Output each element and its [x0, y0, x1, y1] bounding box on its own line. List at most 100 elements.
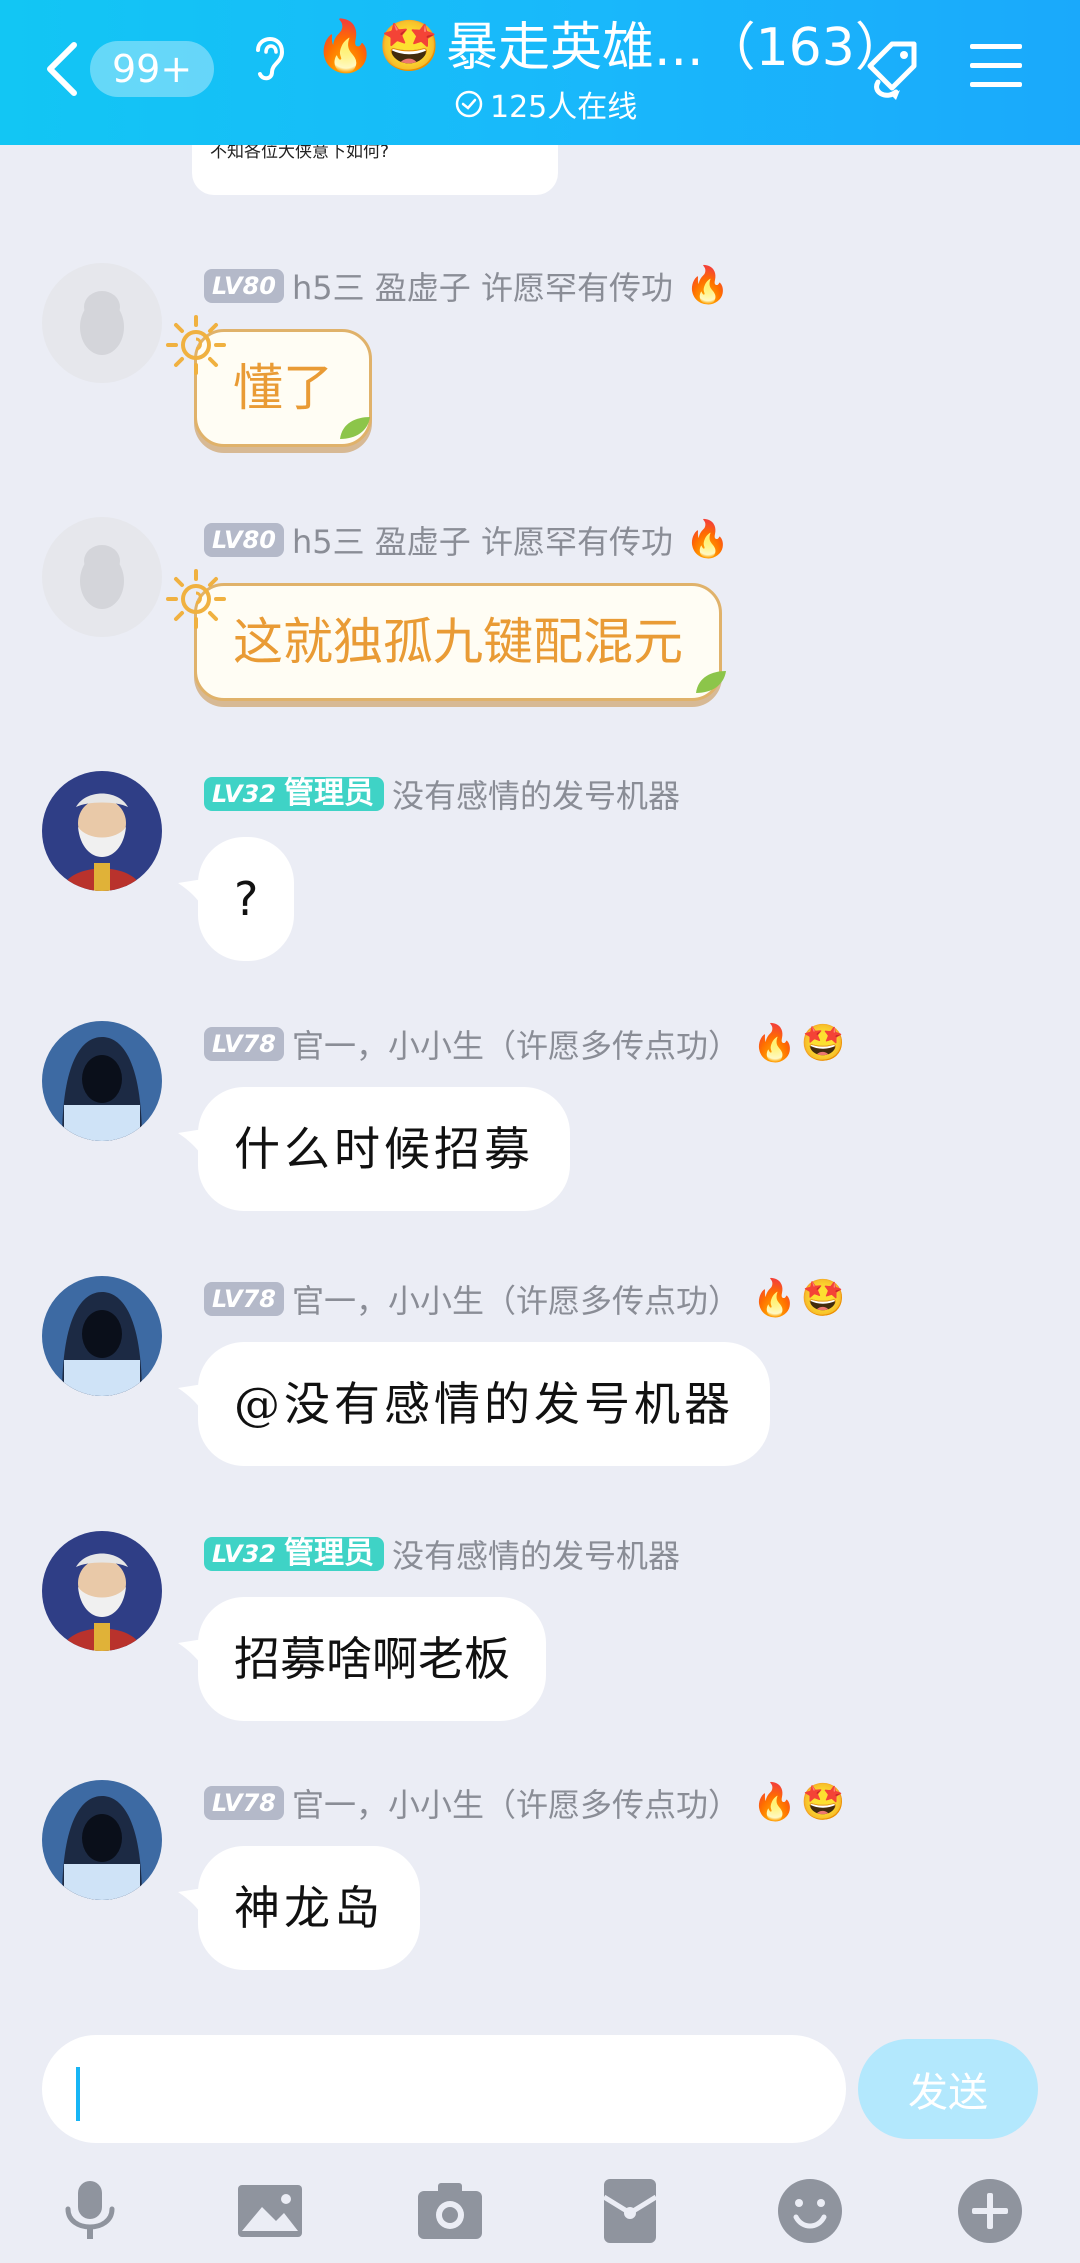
message-row: LV80 h5三 盈虚子 许愿罕有传功 🔥 懂了 [0, 263, 1080, 463]
message-text: 神龙岛 [234, 1881, 384, 1935]
avatar[interactable] [42, 1276, 162, 1396]
message-meta: LV80 h5三 盈虚子 许愿罕有传功 🔥 [204, 263, 730, 309]
hooded-avatar-image [42, 1021, 162, 1141]
text-caret [76, 2067, 80, 2121]
message-row: LV32 管理员 没有感情的发号机器 招募啥啊老板 [0, 1531, 1080, 1731]
red-packet-icon [602, 2179, 658, 2243]
more-button[interactable] [954, 2175, 1026, 2247]
level-badge: LV80 [204, 523, 284, 557]
avatar[interactable] [42, 1780, 162, 1900]
level-badge: LV78 [204, 1282, 284, 1316]
message-list[interactable]: 不知各位大侠意下如何? LV80 h5三 盈虚子 许愿罕有传功 🔥 懂了 LV8… [0, 145, 1080, 2025]
message-meta: LV80 h5三 盈虚子 许愿罕有传功 🔥 [204, 517, 730, 563]
message-text: 懂了 [233, 359, 333, 417]
hooded-avatar-image [42, 1276, 162, 1396]
group-tag-icon[interactable] [852, 30, 932, 110]
level-badge: LV78 [204, 1027, 284, 1061]
composer: 发送 [0, 2025, 1080, 2263]
level-badge: LV32 [204, 777, 280, 811]
group-title[interactable]: 暴走英雄...（163） [446, 16, 907, 80]
smile-icon: 🤩 [378, 17, 441, 75]
message-row: LV78 官一，小小生（许愿多传点功） 🔥 🤩 什么时候招募 [0, 1021, 1080, 1221]
message-text: 这就独孤九键配混元 [233, 613, 683, 671]
hooded-avatar-image [42, 1780, 162, 1900]
image-icon [238, 2185, 302, 2237]
sender-name[interactable]: 没有感情的发号机器 [392, 1531, 680, 1577]
camera-icon [418, 2183, 482, 2239]
chevron-left-icon [47, 42, 77, 96]
message-meta: LV32 管理员 没有感情的发号机器 [204, 771, 680, 817]
message-bubble[interactable]: 这就独孤九键配混元 [194, 583, 722, 701]
avatar[interactable] [42, 771, 162, 891]
sun-icon [166, 315, 226, 375]
fire-icon: 🔥 [684, 265, 730, 306]
leaf-icon [696, 671, 726, 693]
default-avatar-icon [80, 545, 124, 609]
message-text: ? [234, 872, 259, 926]
admin-badge: 管理员 [279, 1537, 384, 1571]
plus-icon [958, 2179, 1022, 2243]
level-badge: LV32 [204, 1537, 280, 1571]
sender-name[interactable]: h5三 盈虚子 许愿罕有传功 [292, 517, 673, 563]
menu-icon[interactable] [968, 38, 1024, 94]
online-count: 125人在线 [490, 90, 638, 125]
wizard-avatar-image [42, 1531, 162, 1651]
message-meta: LV78 官一，小小生（许愿多传点功） 🔥 🤩 [204, 1276, 846, 1322]
message-row: LV78 官一，小小生（许愿多传点功） 🔥 🤩 @没有感情的发号机器 [0, 1276, 1080, 1476]
message-text: @没有感情的发号机器 [234, 1377, 734, 1431]
sender-name[interactable]: 官一，小小生（许愿多传点功） [292, 1780, 740, 1826]
admin-badge: 管理员 [279, 777, 384, 811]
smile-icon: 🤩 [800, 1278, 846, 1319]
avatar[interactable] [42, 1531, 162, 1651]
message-bubble[interactable]: 招募啥啊老板 [198, 1597, 546, 1721]
message-row: LV78 官一，小小生（许愿多传点功） 🔥 🤩 神龙岛 [0, 1780, 1080, 1980]
level-badge: LV80 [204, 269, 284, 303]
sender-name[interactable]: 官一，小小生（许愿多传点功） [292, 1276, 740, 1322]
sender-name[interactable]: 官一，小小生（许愿多传点功） [292, 1021, 740, 1067]
message-text: 什么时候招募 [234, 1122, 534, 1176]
avatar[interactable] [42, 263, 162, 383]
check-circle-icon [455, 90, 483, 118]
emoji-icon [778, 2179, 842, 2243]
wizard-avatar-image [42, 771, 162, 891]
message-meta: LV32 管理员 没有感情的发号机器 [204, 1531, 680, 1577]
back-button[interactable]: 99+ [40, 30, 220, 108]
message-bubble[interactable]: ? [198, 837, 295, 961]
level-badge: LV78 [204, 1786, 284, 1820]
sender-name[interactable]: h5三 盈虚子 许愿罕有传功 [292, 263, 673, 309]
ear-icon[interactable] [248, 28, 292, 84]
leaf-icon [340, 417, 370, 439]
smile-icon: 🤩 [800, 1023, 846, 1064]
message-bubble[interactable]: 不知各位大侠意下如何? [192, 145, 558, 195]
fire-icon: 🔥 [751, 1278, 797, 1319]
message-row: LV80 h5三 盈虚子 许愿罕有传功 🔥 这就独孤九键配混元 [0, 517, 1080, 717]
message-bubble[interactable]: @没有感情的发号机器 [198, 1342, 770, 1466]
message-bubble[interactable]: 什么时候招募 [198, 1087, 570, 1211]
sender-name[interactable]: 没有感情的发号机器 [392, 771, 680, 817]
message-bubble[interactable]: 神龙岛 [198, 1846, 420, 1970]
red-packet-button[interactable] [594, 2175, 666, 2247]
composer-toolbar [0, 2175, 1080, 2263]
smile-icon: 🤩 [800, 1782, 846, 1823]
message-meta: LV78 官一，小小生（许愿多传点功） 🔥 🤩 [204, 1780, 846, 1826]
fire-icon: 🔥 [314, 17, 377, 75]
avatar[interactable] [42, 1021, 162, 1141]
image-button[interactable] [234, 2175, 306, 2247]
sun-icon [166, 569, 226, 629]
microphone-icon [65, 2181, 115, 2239]
fire-icon: 🔥 [751, 1782, 797, 1823]
message-input[interactable] [42, 2035, 846, 2143]
emoji-button[interactable] [774, 2175, 846, 2247]
microphone-button[interactable] [54, 2175, 126, 2247]
online-status[interactable]: 125人在线 [454, 84, 638, 125]
fire-icon: 🔥 [751, 1023, 797, 1064]
message-text: 招募啥啊老板 [234, 1632, 510, 1686]
chat-header: 99+ 🔥 🤩 暴走英雄...（163） 125人在线 [0, 0, 1080, 145]
camera-button[interactable] [414, 2175, 486, 2247]
message-row: LV32 管理员 没有感情的发号机器 ? [0, 771, 1080, 971]
message-text: 不知各位大侠意下如何? [210, 145, 390, 162]
message-meta: LV78 官一，小小生（许愿多传点功） 🔥 🤩 [204, 1021, 846, 1067]
send-button[interactable]: 发送 [858, 2039, 1038, 2139]
avatar[interactable] [42, 517, 162, 637]
default-avatar-icon [80, 291, 124, 355]
